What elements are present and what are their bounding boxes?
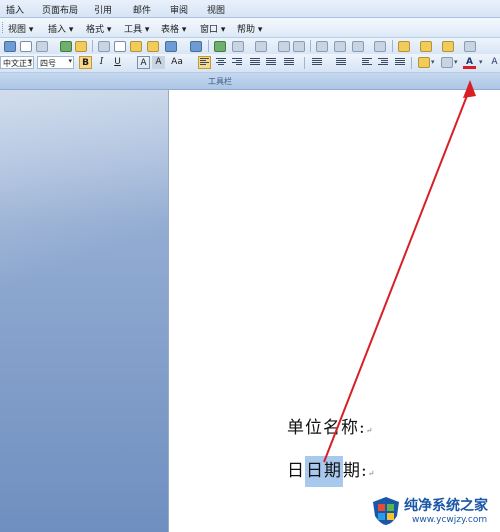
italic-button[interactable]: I — [95, 56, 108, 69]
chevron-down-icon[interactable]: ▾ — [28, 57, 32, 65]
align-center-icon[interactable] — [216, 58, 226, 67]
company-name-label: 单位名称: — [287, 418, 366, 438]
menu-table[interactable]: 表格 ▾ — [161, 22, 186, 35]
paragraph-mark: ↵ — [365, 426, 374, 435]
copy-icon[interactable] — [114, 41, 126, 52]
underline-button[interactable]: U — [111, 56, 124, 69]
separator — [92, 40, 93, 52]
research-icon[interactable] — [75, 41, 87, 52]
ribbon-tab-bar: 插入 页面布局 引用 邮件 审阅 视图 — [0, 0, 500, 18]
document-page[interactable]: 单位名称:↵ 日日期期:↵ — [168, 90, 500, 532]
bullets-icon[interactable] — [336, 58, 346, 67]
distributed-icon[interactable] — [266, 58, 276, 67]
workspace-sheen — [0, 90, 168, 532]
decrease-indent-icon[interactable] — [362, 58, 372, 67]
menu-tools[interactable]: 工具 ▾ — [124, 22, 149, 35]
align-right-icon[interactable] — [232, 58, 242, 67]
standard-toolbar — [0, 38, 500, 54]
undo-icon[interactable] — [165, 41, 177, 52]
open-folder-icon[interactable] — [398, 41, 410, 52]
read-icon[interactable] — [374, 41, 386, 52]
selected-text[interactable]: 日期 — [305, 456, 343, 487]
font-color-icon[interactable]: A — [488, 56, 500, 69]
watermark-url: www.ycwjzy.com — [412, 515, 488, 525]
date-text-before: 日 — [287, 461, 305, 481]
paragraph-mark: ↵ — [367, 469, 376, 478]
zoom-icon[interactable] — [352, 41, 364, 52]
chevron-down-icon[interactable]: ▾ — [68, 57, 72, 65]
hyperlink-icon[interactable] — [214, 41, 226, 52]
menu-view[interactable]: 视图 ▾ — [8, 22, 33, 35]
document-line-1[interactable]: 单位名称:↵ — [287, 413, 373, 438]
char-border-button[interactable]: A — [137, 56, 150, 69]
menu-insert[interactable]: 插入 ▾ — [48, 22, 73, 35]
separator — [304, 57, 305, 69]
tab-page-layout[interactable]: 页面布局 — [42, 3, 78, 16]
char-shading-button[interactable]: A — [152, 56, 165, 69]
justify-icon[interactable] — [250, 58, 260, 67]
separator — [411, 57, 412, 69]
print-icon[interactable] — [4, 41, 16, 52]
menu-format[interactable]: 格式 ▾ — [86, 22, 111, 35]
paste-icon[interactable] — [130, 41, 142, 52]
toolbar-strip: 工具栏 — [0, 73, 500, 90]
spelling-icon[interactable] — [60, 41, 72, 52]
print-preview-icon[interactable] — [20, 41, 32, 52]
toolbar-strip-label: 工具栏 — [208, 77, 232, 86]
insert-table-icon[interactable] — [255, 41, 267, 52]
tab-review[interactable]: 审阅 — [170, 3, 188, 16]
tables-borders-icon[interactable] — [232, 41, 244, 52]
separator — [392, 40, 393, 52]
site-watermark: 纯净系统之家 www.ycwjzy.com — [372, 494, 498, 530]
tab-references[interactable]: 引用 — [94, 3, 112, 16]
date-text-after: 期: — [343, 461, 368, 481]
menu-help[interactable]: 帮助 ▾ — [237, 22, 262, 35]
font-size-value: 四号 — [40, 59, 56, 68]
menu-bar: 视图 ▾ 插入 ▾ 格式 ▾ 工具 ▾ 表格 ▾ 窗口 ▾ 帮助 ▾ — [0, 18, 500, 38]
chevron-down-icon[interactable]: ▾ — [454, 58, 458, 66]
change-case-button[interactable]: Aa — [167, 56, 187, 69]
watermark-brand: 纯净系统之家 — [404, 498, 488, 514]
chevron-down-icon[interactable]: ▾ — [479, 58, 483, 66]
tab-insert[interactable]: 插入 — [6, 3, 24, 16]
redo-icon[interactable] — [190, 41, 202, 52]
tab-view[interactable]: 视图 — [207, 3, 225, 16]
separator — [310, 40, 311, 52]
tab-mailings[interactable]: 邮件 — [133, 3, 151, 16]
paint-bucket-icon[interactable] — [441, 57, 453, 68]
numbering-icon[interactable] — [312, 58, 322, 67]
highlight-icon[interactable] — [418, 57, 430, 68]
watermark-logo-icon — [373, 497, 399, 525]
folder-icon[interactable] — [420, 41, 432, 52]
toolbar-grip[interactable] — [2, 22, 5, 33]
document-map-icon[interactable] — [316, 41, 328, 52]
document-line-2[interactable]: 日日期期:↵ — [287, 456, 376, 487]
folder-icon[interactable] — [442, 41, 454, 52]
cut-icon[interactable] — [98, 41, 110, 52]
separator — [208, 40, 209, 52]
text-direction-icon[interactable] — [395, 58, 405, 67]
drawing-icon[interactable] — [293, 41, 305, 52]
font-size-combo[interactable]: 四号 ▾ — [37, 56, 74, 69]
bold-button[interactable]: B — [79, 56, 92, 69]
font-name-combo[interactable]: 中文正3 ▾ — [0, 56, 34, 69]
copy-format-icon[interactable] — [36, 41, 48, 52]
message-icon[interactable] — [464, 41, 476, 52]
font-color-button[interactable]: A — [463, 56, 476, 69]
align-left-icon — [200, 58, 210, 67]
chevron-down-icon[interactable]: ▾ — [431, 58, 435, 66]
increase-indent-icon[interactable] — [378, 58, 388, 67]
show-hide-icon[interactable] — [334, 41, 346, 52]
menu-window[interactable]: 窗口 ▾ — [200, 22, 225, 35]
format-painter-icon[interactable] — [147, 41, 159, 52]
line-spacing-icon[interactable] — [284, 58, 294, 67]
columns-icon[interactable] — [278, 41, 290, 52]
workspace-background: 单位名称:↵ 日日期期:↵ — [0, 90, 500, 532]
